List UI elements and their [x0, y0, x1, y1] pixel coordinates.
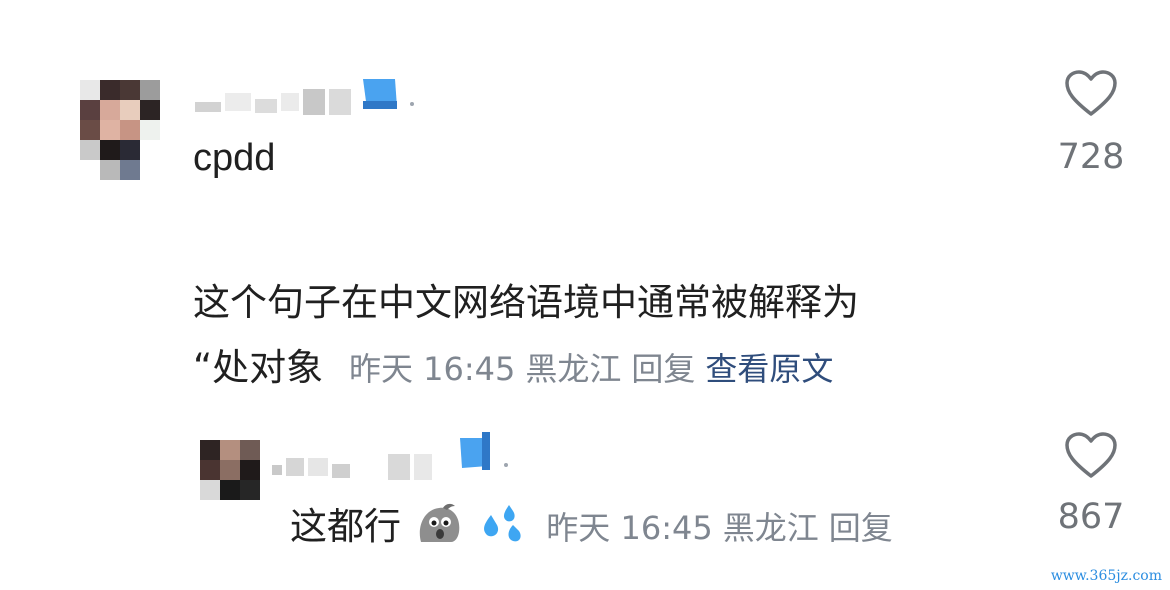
reply-comment-text: 这都行 [290, 505, 401, 548]
avatar[interactable] [80, 80, 160, 180]
username[interactable] [195, 87, 355, 117]
reply-comment-meta: 昨天 16:45 黑龙江 回复 [546, 509, 892, 547]
reply-separator-dot [504, 463, 508, 467]
reply-button[interactable]: 回复 [631, 350, 695, 388]
view-original-link[interactable]: 查看原文 [705, 350, 833, 388]
watermark: www.365jz.com [1050, 568, 1162, 584]
timestamp: 昨天 16:45 [348, 350, 516, 388]
like-heart-icon[interactable] [1065, 70, 1117, 118]
reply-verified-badge-icon [460, 432, 490, 470]
comment-text-line2-content: “处对象 [193, 346, 324, 389]
like-count: 728 [1057, 137, 1125, 177]
location: 黑龙江 [525, 350, 622, 388]
reply-comment-line: 这都行 昨天 16:45 黑龙江 回复 [290, 496, 893, 555]
comment-text: cpdd [193, 137, 276, 179]
separator-dot [410, 102, 414, 106]
comment-meta: 昨天 16:45 黑龙江 回复 查看原文 [349, 350, 833, 388]
reply-location: 黑龙江 [722, 509, 819, 547]
reply-avatar[interactable] [200, 440, 260, 500]
verified-badge-icon [363, 79, 397, 109]
ghost-emoji-icon [415, 502, 465, 555]
reply-username[interactable] [272, 452, 436, 482]
reply-timestamp: 昨天 16:45 [546, 509, 713, 547]
comment-text-line1: 这个句子在中文网络语境中通常被解释为 [193, 281, 859, 324]
reply-reply-button[interactable]: 回复 [829, 509, 893, 547]
reply-like-count: 867 [1057, 497, 1125, 537]
comment-text-line2: “处对象 昨天 16:45 黑龙江 回复 查看原文 [193, 337, 833, 391]
sweat-droplets-emoji-icon [479, 503, 525, 554]
reply-like-heart-icon[interactable] [1065, 432, 1117, 480]
